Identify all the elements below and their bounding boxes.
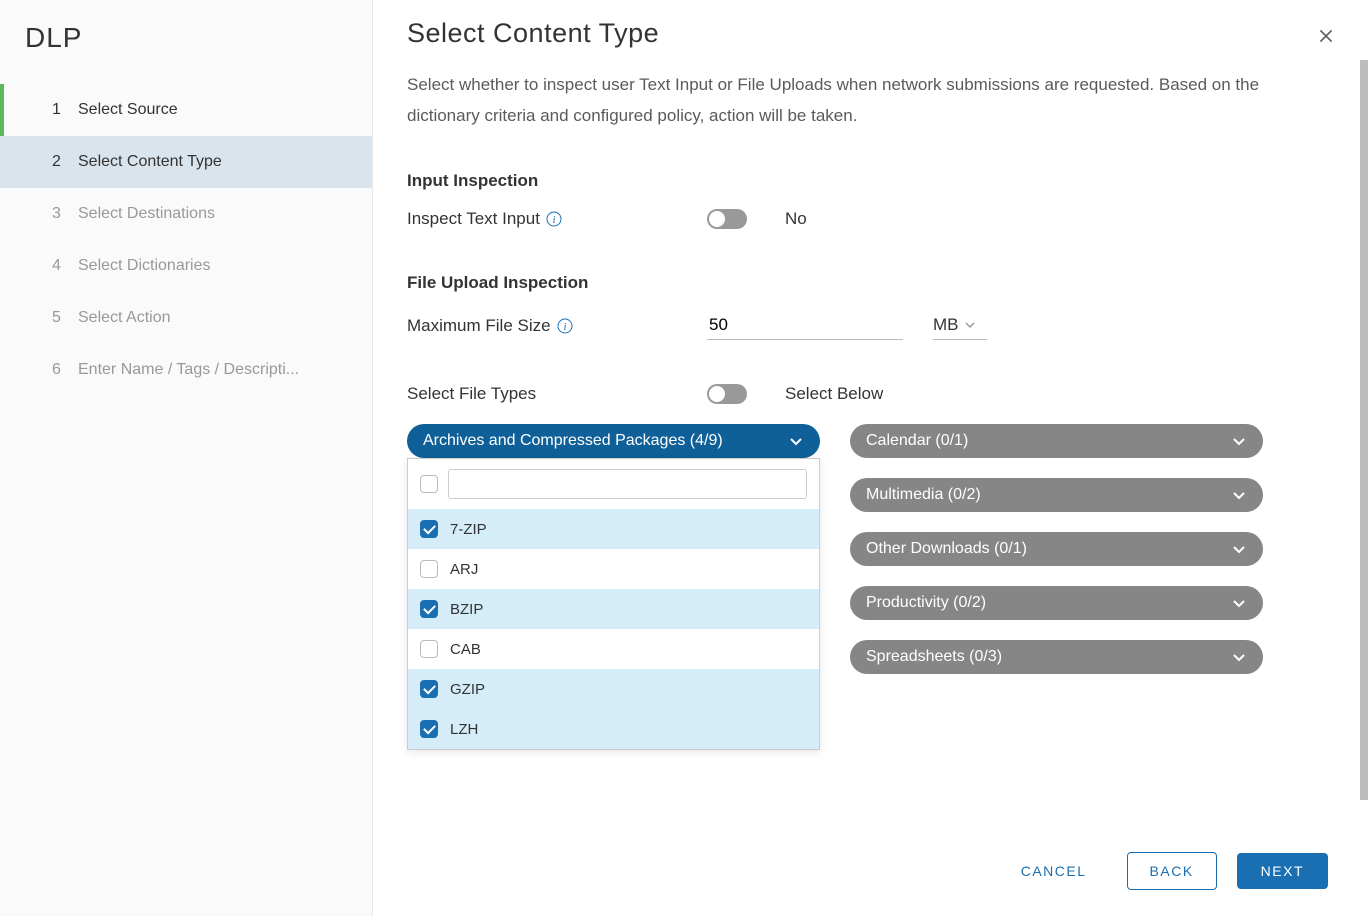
- file-upload-inspection-title: File Upload Inspection: [407, 273, 1334, 293]
- file-type-categories: Archives and Compressed Packages (4/9) 7…: [407, 424, 1334, 674]
- select-file-types-value: Select Below: [785, 384, 883, 404]
- cancel-button[interactable]: CANCEL: [1001, 853, 1107, 889]
- dropdown-item[interactable]: BZIP: [408, 589, 819, 629]
- dropdown-search-input[interactable]: [448, 469, 807, 499]
- step-enter-name[interactable]: 6 Enter Name / Tags / Descripti...: [0, 344, 372, 396]
- dropdown-item[interactable]: CAB: [408, 629, 819, 669]
- max-file-size-row: Maximum File Size i MB: [407, 311, 1334, 340]
- close-icon[interactable]: [1316, 26, 1336, 46]
- content-scroll[interactable]: Select whether to inspect user Text Inpu…: [373, 60, 1368, 826]
- description-text: Select whether to inspect user Text Inpu…: [407, 70, 1307, 131]
- chevron-down-icon: [1231, 649, 1247, 665]
- step-select-content-type[interactable]: 2 Select Content Type: [0, 136, 372, 188]
- max-file-size-input[interactable]: [707, 311, 903, 340]
- chevron-down-icon: [1231, 541, 1247, 557]
- dropdown-item[interactable]: 7-ZIP: [408, 509, 819, 549]
- item-label: LZH: [450, 721, 478, 738]
- category-archives[interactable]: Archives and Compressed Packages (4/9): [407, 424, 820, 458]
- main-panel: Select Content Type Select whether to in…: [373, 0, 1368, 916]
- info-icon[interactable]: i: [546, 211, 562, 227]
- item-checkbox[interactable]: [420, 520, 438, 538]
- select-file-types-label: Select File Types: [407, 384, 707, 404]
- dropdown-item[interactable]: LZH: [408, 709, 819, 749]
- back-button[interactable]: BACK: [1127, 852, 1217, 890]
- category-multimedia[interactable]: Multimedia (0/2): [850, 478, 1263, 512]
- step-select-dictionaries[interactable]: 4 Select Dictionaries: [0, 240, 372, 292]
- dropdown-item[interactable]: ARJ: [408, 549, 819, 589]
- inspect-text-input-toggle[interactable]: [707, 209, 747, 229]
- chevron-down-icon: [1231, 595, 1247, 611]
- item-checkbox[interactable]: [420, 680, 438, 698]
- dropdown-item[interactable]: GZIP: [408, 669, 819, 709]
- info-icon[interactable]: i: [557, 318, 573, 334]
- page-scrollbar[interactable]: [1360, 60, 1368, 800]
- wizard-steps: 1 Select Source 2 Select Content Type 3 …: [0, 84, 372, 396]
- item-label: BZIP: [450, 601, 483, 618]
- item-checkbox[interactable]: [420, 560, 438, 578]
- inspect-text-input-label: Inspect Text Input i: [407, 209, 707, 229]
- svg-text:i: i: [552, 214, 555, 226]
- chevron-down-icon: [965, 320, 975, 330]
- category-calendar[interactable]: Calendar (0/1): [850, 424, 1263, 458]
- chevron-down-icon: [788, 433, 804, 449]
- sidebar: DLP 1 Select Source 2 Select Content Typ…: [0, 0, 373, 916]
- page-title: Select Content Type: [407, 18, 659, 49]
- footer: CANCEL BACK NEXT: [373, 826, 1368, 916]
- step-select-source[interactable]: 1 Select Source: [0, 84, 372, 136]
- file-size-unit-select[interactable]: MB: [933, 311, 987, 340]
- category-spreadsheets[interactable]: Spreadsheets (0/3): [850, 640, 1263, 674]
- step-select-destinations[interactable]: 3 Select Destinations: [0, 188, 372, 240]
- category-other-downloads[interactable]: Other Downloads (0/1): [850, 532, 1263, 566]
- chevron-down-icon: [1231, 433, 1247, 449]
- max-file-size-label: Maximum File Size i: [407, 316, 707, 336]
- step-select-action[interactable]: 5 Select Action: [0, 292, 372, 344]
- inspect-text-input-value: No: [785, 209, 807, 229]
- main-header: Select Content Type: [373, 0, 1368, 49]
- item-checkbox[interactable]: [420, 640, 438, 658]
- category-productivity[interactable]: Productivity (0/2): [850, 586, 1263, 620]
- item-checkbox[interactable]: [420, 600, 438, 618]
- dropdown-list[interactable]: 7-ZIP ARJ BZIP CAB GZIP LZH: [408, 509, 819, 749]
- select-file-types-row: Select File Types Select Below: [407, 384, 1334, 404]
- item-label: ARJ: [450, 561, 478, 578]
- item-label: 7-ZIP: [450, 521, 487, 538]
- item-checkbox[interactable]: [420, 720, 438, 738]
- input-inspection-title: Input Inspection: [407, 171, 1334, 191]
- archives-dropdown: 7-ZIP ARJ BZIP CAB GZIP LZH: [407, 458, 820, 750]
- sidebar-title: DLP: [0, 0, 372, 84]
- chevron-down-icon: [1231, 487, 1247, 503]
- svg-text:i: i: [563, 321, 566, 333]
- inspect-text-input-row: Inspect Text Input i No: [407, 209, 1334, 229]
- select-all-checkbox[interactable]: [420, 475, 438, 493]
- item-label: CAB: [450, 641, 481, 658]
- scrollbar-thumb[interactable]: [1360, 60, 1368, 800]
- dropdown-search-row: [408, 459, 819, 509]
- select-file-types-toggle[interactable]: [707, 384, 747, 404]
- item-label: GZIP: [450, 681, 485, 698]
- next-button[interactable]: NEXT: [1237, 853, 1328, 889]
